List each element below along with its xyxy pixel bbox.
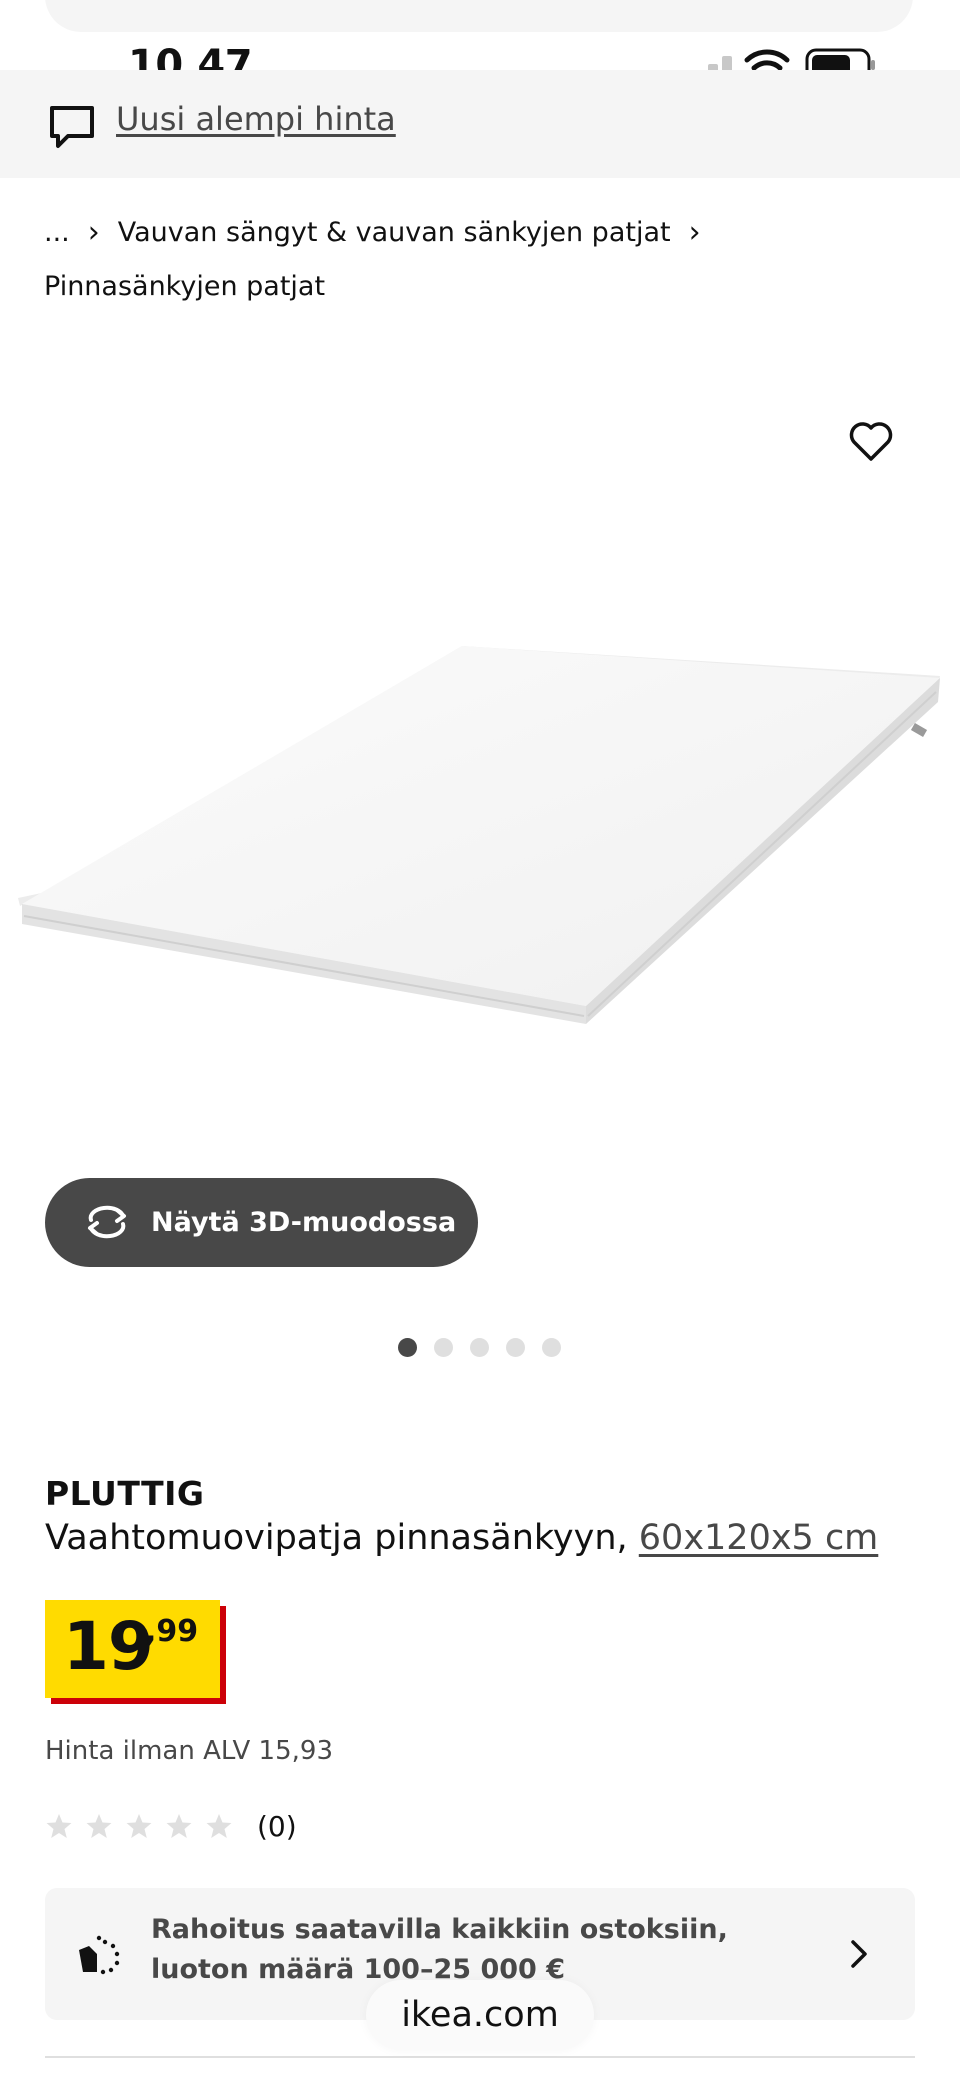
gallery-dot[interactable]: [470, 1338, 489, 1357]
rating[interactable]: (0): [45, 1806, 297, 1846]
star-icon: [126, 1814, 152, 1838]
star-icon: [86, 1814, 112, 1838]
star-icon: [46, 1814, 72, 1838]
price-tag: 19 ,99: [45, 1600, 220, 1698]
chevron-right-icon: ›: [87, 215, 100, 250]
star-icon: [166, 1814, 192, 1838]
product-type: Vaahtomuovipatja pinnasänkyyn,: [45, 1518, 628, 1558]
chevron-right-icon: [851, 1940, 867, 1968]
view-3d-button[interactable]: Näytä 3D-muodossa: [45, 1178, 478, 1267]
star-icon: [206, 1814, 232, 1838]
browser-url-bar[interactable]: ikea.com: [366, 1980, 594, 2050]
price-banner[interactable]: Uusi alempi hinta: [0, 70, 960, 178]
top-pill: [45, 0, 913, 32]
financing-text: Rahoitus saatavilla kaikkiin ostoksiin, …: [151, 1914, 728, 1985]
gallery-dot[interactable]: [434, 1338, 453, 1357]
financing-icon: [79, 1935, 120, 1975]
chevron-right-icon: ›: [688, 215, 701, 250]
breadcrumb-item-crib-mattresses[interactable]: Pinnasänkyjen patjat: [44, 260, 325, 314]
gallery-dot[interactable]: [506, 1338, 525, 1357]
price-decimal: ,99: [145, 1614, 199, 1649]
price-excl-vat: Hinta ilman ALV 15,93: [45, 1736, 333, 1766]
breadcrumb-ellipsis[interactable]: ...: [44, 206, 70, 260]
gallery-dot[interactable]: [398, 1338, 417, 1357]
lower-price-link[interactable]: Uusi alempi hinta: [116, 100, 396, 138]
breadcrumb-item-baby-beds[interactable]: Vauvan sängyt & vauvan sänkyjen patjat: [118, 206, 671, 260]
product-name: PLUTTIG: [45, 1474, 205, 1513]
product-size-link[interactable]: 60x120x5 cm: [639, 1518, 879, 1558]
chat-bubble-icon: [50, 106, 94, 148]
view-3d-label: Näytä 3D-muodossa: [151, 1207, 457, 1238]
gallery-pagination: [398, 1338, 561, 1357]
gallery-dot[interactable]: [542, 1338, 561, 1357]
rating-count: (0): [257, 1809, 297, 1843]
rotate-icon: [88, 1205, 126, 1239]
heart-icon[interactable]: [846, 416, 896, 466]
divider: [45, 2056, 915, 2058]
price-integer: 19: [63, 1608, 154, 1685]
breadcrumb: ... › Vauvan sängyt & vauvan sänkyjen pa…: [44, 206, 924, 314]
product-description: Vaahtomuovipatja pinnasänkyyn, 60x120x5 …: [45, 1518, 878, 1558]
product-image-mattress[interactable]: [0, 620, 960, 1040]
